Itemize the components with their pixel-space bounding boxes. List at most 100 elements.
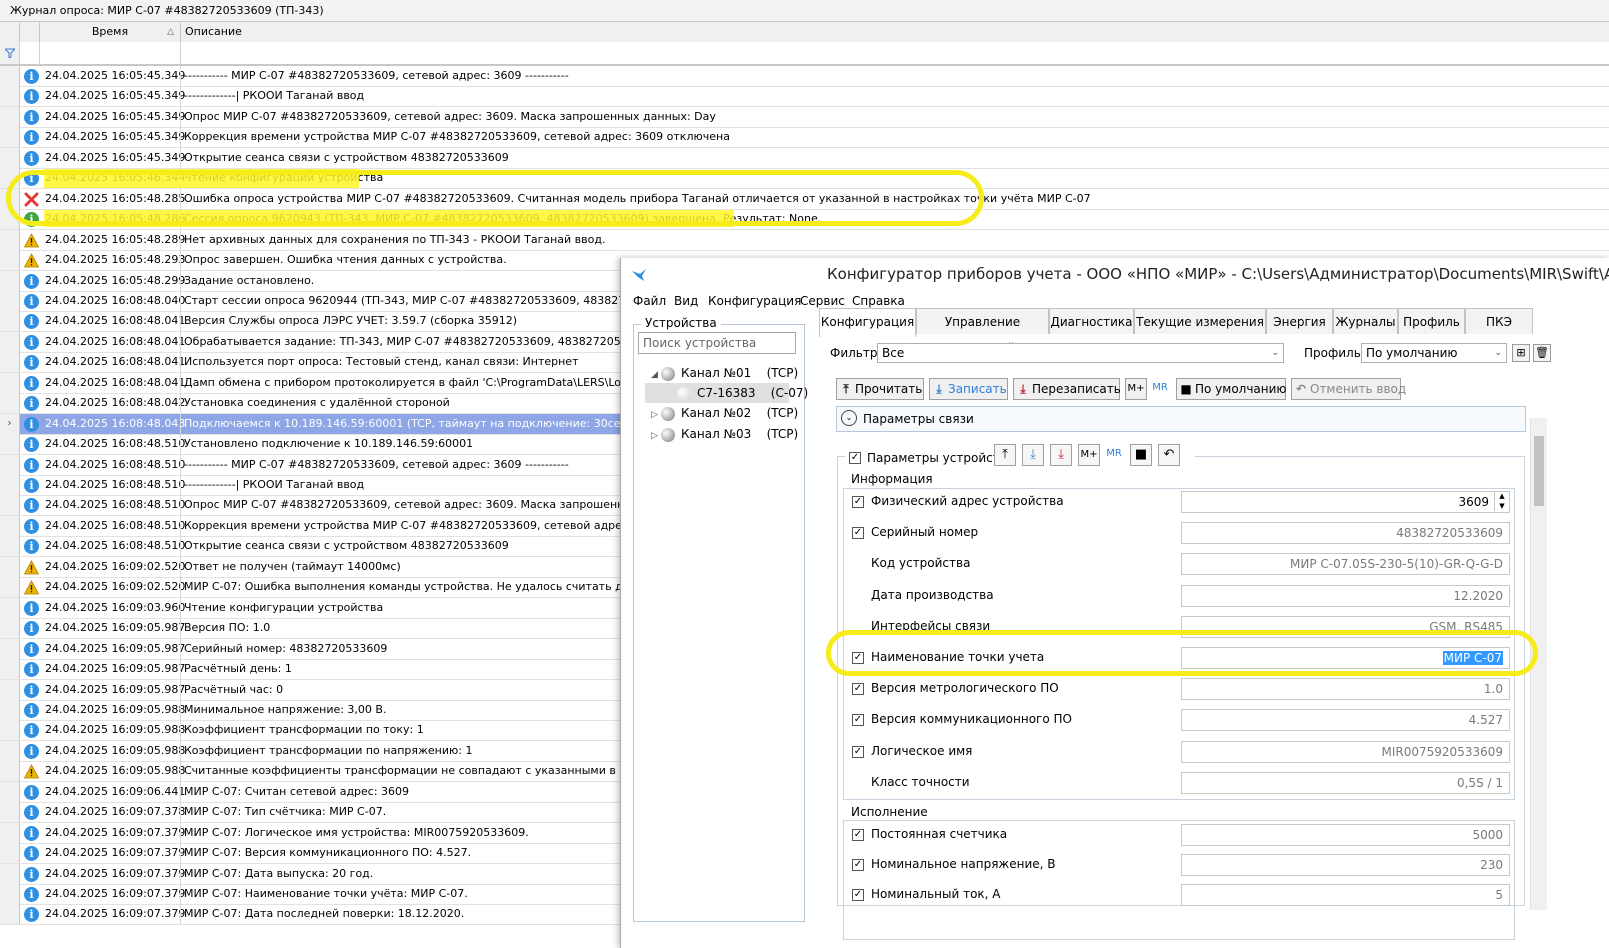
row-indicator[interactable] (0, 761, 20, 782)
menu-view[interactable]: Вид (674, 294, 698, 308)
row-indicator[interactable] (0, 638, 20, 659)
journal-row[interactable]: i 24.04.2025 16:05:45.349 -------------| Р… (0, 86, 1609, 108)
tree-item-channel-01[interactable]: ◢ Канал №01 (TCP) (651, 363, 801, 383)
row-indicator[interactable] (0, 229, 20, 250)
read-button[interactable]: ⤒ Прочитать (836, 378, 924, 400)
info-field-checkbox[interactable]: ✓ (852, 496, 864, 508)
row-indicator[interactable] (0, 679, 20, 700)
tab-pke[interactable]: ПКЭ (1465, 308, 1533, 334)
filter-icon-cell[interactable] (0, 42, 20, 64)
exec-field-checkbox[interactable]: ✓ (852, 889, 864, 901)
add-profile-icon[interactable]: ⊞ (1512, 344, 1530, 362)
default-button[interactable]: ■ По умолчанию (1176, 378, 1287, 400)
row-indicator[interactable] (0, 454, 20, 475)
row-indicator[interactable] (0, 127, 20, 148)
rewrite-button[interactable]: ⤓ Перезаписать (1013, 378, 1121, 400)
row-indicator[interactable] (0, 577, 20, 598)
row-indicator[interactable] (0, 618, 20, 639)
row-indicator[interactable] (0, 372, 20, 393)
write-button[interactable]: ⤓ Записать (929, 378, 1008, 400)
row-indicator[interactable] (0, 86, 20, 107)
info-field-checkbox[interactable]: ✓ (852, 527, 864, 540)
tab-journals[interactable]: Журналы (1333, 308, 1398, 334)
memory-plus-button[interactable]: M+ (1125, 378, 1147, 400)
row-indicator[interactable] (0, 802, 20, 823)
row-indicator[interactable] (0, 290, 20, 311)
filter-select[interactable]: Все ⌄ (877, 343, 1284, 363)
row-indicator[interactable]: › (0, 413, 20, 434)
filter-cell-time[interactable] (40, 42, 181, 64)
cube-icon[interactable]: ■ (1130, 444, 1152, 466)
row-indicator[interactable] (0, 781, 20, 802)
delete-profile-icon[interactable]: 🗑 (1533, 344, 1551, 362)
row-indicator[interactable] (0, 250, 20, 271)
row-indicator[interactable] (0, 331, 20, 352)
menu-service[interactable]: Сервис (800, 294, 845, 308)
device-params-checkbox[interactable]: ✓ (849, 452, 861, 464)
exec-field-value[interactable]: 5000 (1181, 824, 1510, 846)
row-indicator[interactable] (0, 475, 20, 495)
journal-row[interactable]: i 24.04.2025 16:05:45.349 Коррекция времен… (0, 127, 1609, 149)
tree-item-channel-03[interactable]: ▷ Канал №03 (TCP) (651, 424, 801, 444)
journal-row[interactable]: i 24.04.2025 16:05:45.349 Опрос МИР С-07 #… (0, 106, 1609, 128)
info-field-value[interactable]: MIR0075920533609 (1181, 740, 1510, 763)
cancel-input-button[interactable]: ↶ Отменить ввод (1291, 378, 1406, 400)
expand-chevron-icon[interactable]: ⌄ (841, 410, 857, 426)
row-indicator[interactable] (0, 106, 20, 127)
row-indicator[interactable] (0, 393, 20, 414)
exec-field-checkbox[interactable]: ✓ (852, 829, 864, 841)
rewrite-download-icon[interactable]: ⤓ (1050, 444, 1072, 466)
row-indicator[interactable] (0, 659, 20, 680)
row-indicator[interactable] (0, 270, 20, 291)
info-field-value[interactable]: 0,5S / 1 (1181, 771, 1510, 794)
info-field-value[interactable]: 12.2020 (1181, 584, 1510, 607)
info-field-checkbox[interactable]: ✓ (852, 714, 864, 727)
row-indicator[interactable] (0, 515, 20, 536)
tab-load-control[interactable]: Управление нагрузкой (916, 308, 1049, 355)
write-download-icon[interactable]: ⤓ (1022, 444, 1044, 466)
info-field-checkbox[interactable]: ✓ (852, 683, 864, 696)
tab-profile[interactable]: Профиль (1398, 308, 1465, 334)
memory-recall-button[interactable]: MR (1149, 378, 1171, 400)
read-upload-icon[interactable]: ⤒ (994, 444, 1016, 466)
row-indicator[interactable] (0, 822, 20, 843)
row-indicator[interactable] (0, 556, 20, 577)
row-indicator[interactable] (0, 740, 20, 761)
undo-icon[interactable]: ↶ (1158, 444, 1180, 466)
scrollbar-thumb[interactable] (1534, 436, 1544, 506)
row-indicator[interactable] (0, 904, 20, 925)
spin-up-icon[interactable]: ▲ (1495, 491, 1509, 501)
device-search-input[interactable]: Поиск устройства (638, 332, 796, 354)
memory-plus-icon[interactable]: M+ (1078, 444, 1100, 466)
row-indicator[interactable] (0, 884, 20, 904)
info-field-value[interactable]: 4.527 (1181, 709, 1510, 732)
row-indicator[interactable] (0, 495, 20, 516)
address-spinner[interactable]: ▲ ▼ (1494, 491, 1509, 511)
row-indicator[interactable] (0, 434, 20, 455)
info-field-checkbox[interactable]: ✓ (852, 745, 864, 758)
row-indicator[interactable] (0, 66, 20, 86)
column-header-time[interactable]: Время △ (40, 22, 181, 42)
column-header-description[interactable]: Описание (181, 22, 1609, 42)
filter-cell-icon[interactable] (20, 42, 40, 64)
journal-row[interactable]: 24.04.2025 16:05:48.289 Нет архивных данн… (0, 229, 1609, 251)
info-field-value[interactable]: 3609 (1181, 491, 1510, 513)
link-params-section[interactable]: ⌄ Параметры связи (836, 406, 1526, 432)
tab-energy[interactable]: Энергия (1266, 308, 1333, 334)
menu-configuration[interactable]: Конфигурация (708, 294, 801, 308)
row-indicator[interactable] (0, 863, 20, 884)
row-indicator[interactable] (0, 597, 20, 618)
spin-down-icon[interactable]: ▼ (1495, 501, 1509, 511)
info-field-value[interactable]: МИР С-07.05S-230-5(10)-GR-Q-G-D (1181, 553, 1510, 576)
menu-help[interactable]: Справка (852, 294, 905, 308)
memory-recall-icon[interactable]: MR (1103, 444, 1125, 466)
tree-item-channel-02[interactable]: ▷ Канал №02 (TCP) (651, 403, 801, 423)
row-indicator[interactable] (0, 843, 20, 864)
row-indicator[interactable] (0, 536, 20, 557)
row-indicator[interactable] (0, 311, 20, 332)
journal-row[interactable]: i 24.04.2025 16:05:45.349 ----------- МИР … (0, 66, 1609, 87)
row-indicator[interactable] (0, 720, 20, 741)
filter-cell-description[interactable] (181, 42, 1609, 64)
exec-field-checkbox[interactable]: ✓ (852, 859, 864, 871)
journal-row[interactable]: i 24.04.2025 16:05:45.349 Открытие сеанса … (0, 147, 1609, 169)
